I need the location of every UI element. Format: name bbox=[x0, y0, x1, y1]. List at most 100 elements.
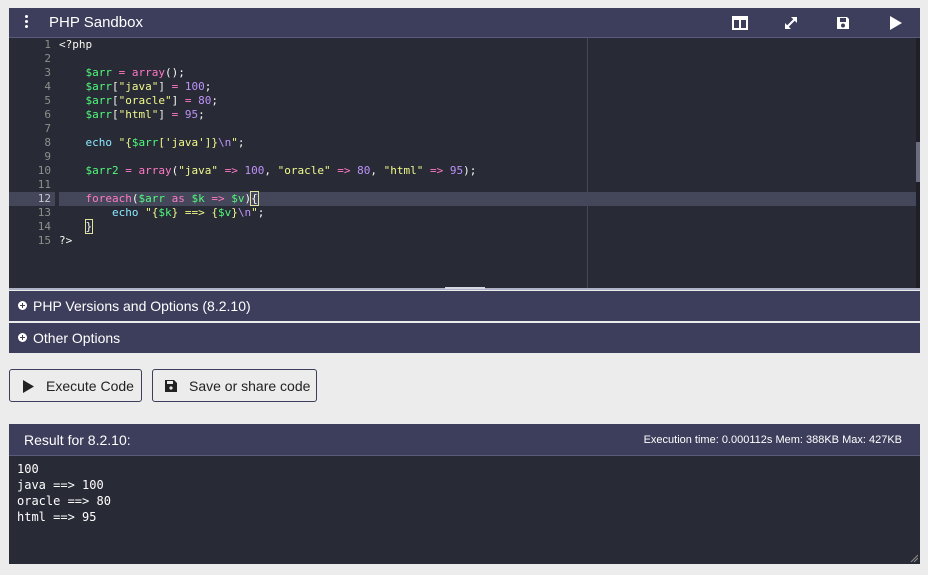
code-token: (); bbox=[165, 66, 185, 79]
code-token: => bbox=[211, 192, 225, 205]
line-number: 7 bbox=[44, 122, 51, 135]
code-token: ; bbox=[257, 206, 265, 219]
code-line[interactable]: $arr2 = array("java" => 100, "oracle" =>… bbox=[59, 164, 916, 178]
line-number: 1 bbox=[44, 38, 51, 51]
output-line: html ==> 95 bbox=[17, 510, 97, 524]
execute-code-label: Execute Code bbox=[46, 378, 134, 394]
code-token: $arr bbox=[85, 66, 113, 79]
line-number: 5 bbox=[44, 94, 51, 107]
code-token: echo bbox=[111, 206, 139, 219]
code-token: ?> bbox=[59, 234, 73, 247]
php-sandbox-panel: PHP Sandbox 123456789101112▾131415 <?php… bbox=[9, 8, 920, 290]
code-line[interactable]: $arr = array(); bbox=[59, 66, 916, 80]
save-share-button[interactable]: Save or share code bbox=[152, 369, 317, 402]
code-token: ; bbox=[198, 108, 205, 121]
code-line[interactable]: $arr["html"] = 95; bbox=[59, 108, 916, 122]
line-number: 4 bbox=[44, 80, 51, 93]
code-line[interactable] bbox=[59, 122, 916, 136]
code-token: 95 bbox=[449, 164, 464, 177]
line-number: 8 bbox=[44, 136, 51, 149]
line-number: 14 bbox=[37, 220, 51, 233]
code-token: <?php bbox=[59, 38, 93, 51]
code-token: "html" bbox=[383, 164, 424, 177]
execute-code-button[interactable]: Execute Code bbox=[9, 369, 142, 402]
code-line[interactable] bbox=[59, 178, 916, 192]
code-token: 100 bbox=[184, 80, 205, 93]
code-token: ; bbox=[204, 80, 212, 93]
result-header: Result for 8.2.10: Execution time: 0.000… bbox=[9, 424, 920, 455]
other-options-label: Other Options bbox=[33, 330, 121, 346]
code-token: ] bbox=[158, 108, 172, 121]
code-token: \n bbox=[217, 136, 232, 149]
editor-resize-grip[interactable] bbox=[445, 287, 485, 289]
code-token: \n bbox=[237, 206, 252, 219]
code-token: $v bbox=[217, 206, 232, 219]
line-number: 13 bbox=[37, 206, 51, 219]
code-token: => bbox=[224, 164, 238, 177]
resize-grip-icon[interactable] bbox=[910, 554, 918, 562]
code-line[interactable]: foreach($arr as $k => $v){ bbox=[59, 191, 916, 206]
code-token: ; bbox=[237, 136, 245, 149]
code-line[interactable]: ?> bbox=[59, 234, 916, 248]
kebab-menu-icon[interactable] bbox=[23, 15, 29, 31]
code-token: [ bbox=[112, 108, 119, 121]
play-icon[interactable] bbox=[886, 14, 904, 32]
floppy-disk-icon[interactable] bbox=[834, 14, 852, 32]
save-share-label: Save or share code bbox=[189, 378, 311, 394]
code-line[interactable]: echo "{$k} ==> {$v}\n"; bbox=[59, 206, 916, 220]
code-line[interactable]: } bbox=[59, 219, 916, 234]
code-token: array bbox=[131, 66, 165, 79]
split-view-icon[interactable] bbox=[731, 14, 749, 32]
line-number-gutter: 123456789101112▾131415 bbox=[9, 38, 65, 288]
expand-icon[interactable] bbox=[782, 14, 800, 32]
code-line[interactable]: $arr["java"] = 100; bbox=[59, 80, 916, 94]
code-line[interactable]: <?php bbox=[59, 38, 916, 52]
code-token: 100 bbox=[244, 164, 265, 177]
code-token: ; bbox=[211, 94, 218, 107]
code-token: 95 bbox=[184, 108, 199, 121]
output-line: 100 bbox=[17, 462, 39, 476]
code-token: "java" bbox=[178, 164, 218, 177]
editor-scrollbar[interactable] bbox=[916, 38, 920, 288]
code-token: $arr bbox=[138, 192, 165, 205]
code-token: "{ bbox=[118, 136, 132, 149]
output-line: java ==> 100 bbox=[17, 478, 104, 492]
line-number: 9 bbox=[44, 150, 51, 163]
code-token: = bbox=[125, 164, 132, 177]
code-token: { bbox=[250, 191, 259, 206]
code-area[interactable]: <?php $arr = array(); $arr["java"] = 100… bbox=[59, 38, 916, 248]
code-token: "java" bbox=[118, 80, 159, 93]
result-title: Result for 8.2.10: bbox=[24, 432, 131, 448]
code-line[interactable]: $arr["oracle"] = 80; bbox=[59, 94, 916, 108]
code-line[interactable] bbox=[59, 150, 916, 164]
php-versions-section[interactable]: PHP Versions and Options (8.2.10) bbox=[9, 291, 920, 321]
code-token: foreach bbox=[85, 192, 132, 205]
code-token: , bbox=[264, 164, 278, 177]
floppy-disk-icon bbox=[165, 380, 177, 392]
code-editor[interactable]: 123456789101112▾131415 <?php $arr = arra… bbox=[9, 38, 916, 288]
line-number: 10 bbox=[37, 164, 51, 177]
code-token: as bbox=[171, 192, 185, 205]
code-token: "oracle" bbox=[277, 164, 331, 177]
result-output[interactable]: 100 java ==> 100 oracle ==> 80 html ==> 95 bbox=[9, 455, 920, 564]
sandbox-titlebar: PHP Sandbox bbox=[9, 8, 920, 38]
code-line[interactable] bbox=[59, 52, 916, 66]
other-options-section[interactable]: Other Options bbox=[9, 323, 920, 353]
code-token: "html" bbox=[118, 108, 159, 121]
code-token: $k bbox=[158, 206, 172, 219]
code-line[interactable]: echo "{$arr['java']}\n"; bbox=[59, 136, 916, 150]
code-token: [ bbox=[112, 94, 119, 107]
scrollbar-thumb[interactable] bbox=[916, 142, 920, 182]
plus-circle-icon bbox=[18, 301, 27, 310]
code-token: ['java']} bbox=[158, 136, 218, 149]
